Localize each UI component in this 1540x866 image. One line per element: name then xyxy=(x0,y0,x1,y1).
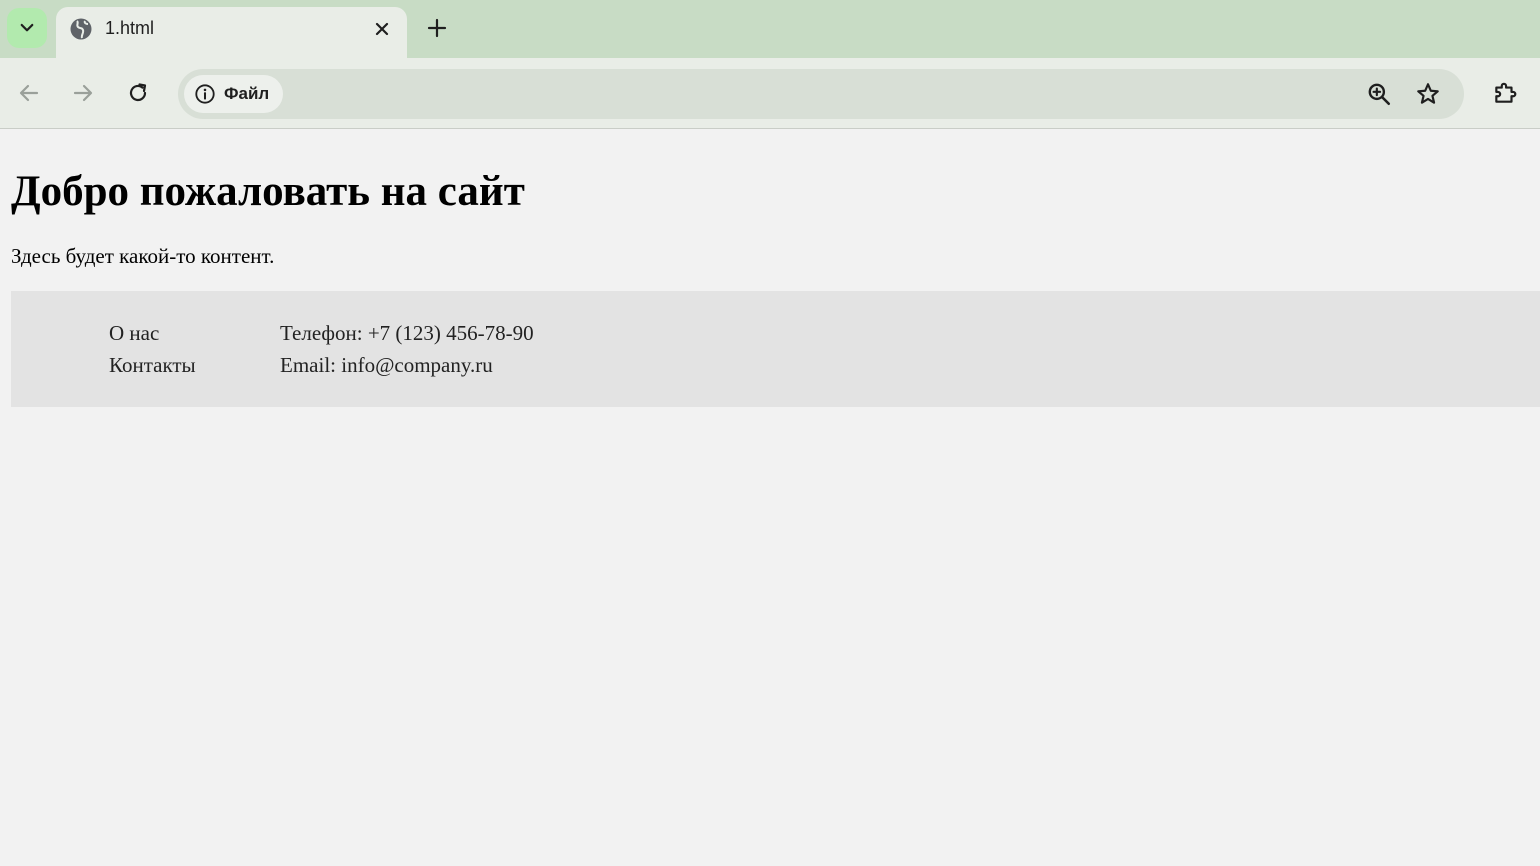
zoom-button[interactable] xyxy=(1366,81,1392,107)
back-button[interactable] xyxy=(14,78,44,108)
forward-button[interactable] xyxy=(68,78,98,108)
address-bar[interactable]: Файл xyxy=(178,69,1464,119)
footer-phone: Телефон: +7 (123) 456-78-90 xyxy=(280,321,534,345)
reload-button[interactable] xyxy=(123,78,153,108)
browser-window: 1.html Файл Добро пожаловать на сайт Зде… xyxy=(0,0,1540,866)
arrow-right-icon xyxy=(73,84,93,102)
reload-icon xyxy=(129,83,147,102)
info-icon xyxy=(195,84,215,104)
chevron-down-icon xyxy=(20,23,34,32)
zoom-in-icon xyxy=(1368,83,1391,106)
star-icon xyxy=(1417,83,1439,104)
new-tab-button[interactable] xyxy=(423,14,451,42)
arrow-left-icon xyxy=(19,84,39,102)
footer-links: О нас Контакты xyxy=(109,317,196,381)
page-content: Добро пожаловать на сайт Здесь будет как… xyxy=(0,129,1540,866)
footer-link-contacts[interactable]: Контакты xyxy=(109,349,196,381)
page-paragraph: Здесь будет какой-то контент. xyxy=(11,244,275,268)
tab-active[interactable]: 1.html xyxy=(56,7,407,58)
footer-link-about[interactable]: О нас xyxy=(109,317,196,349)
tab-close-button[interactable] xyxy=(370,17,394,41)
globe-icon xyxy=(70,18,92,40)
tab-search-button[interactable] xyxy=(7,8,47,48)
footer: О нас Контакты Телефон: +7 (123) 456-78-… xyxy=(11,291,1540,407)
puzzle-icon xyxy=(1495,82,1517,103)
page-heading: Добро пожаловать на сайт xyxy=(11,168,525,215)
site-info-chip[interactable]: Файл xyxy=(184,75,284,113)
footer-contacts: Телефон: +7 (123) 456-78-90 Email: info@… xyxy=(280,317,534,381)
plus-icon xyxy=(427,18,447,38)
extensions-button[interactable] xyxy=(1490,78,1520,108)
bookmark-button[interactable] xyxy=(1415,81,1441,107)
site-chip-label: Файл xyxy=(224,84,270,103)
tab-title: 1.html xyxy=(105,18,155,38)
toolbar: Файл xyxy=(0,58,1540,129)
footer-email: Email: info@company.ru xyxy=(280,353,493,377)
tab-strip: 1.html xyxy=(0,0,1540,58)
close-icon xyxy=(375,22,389,36)
